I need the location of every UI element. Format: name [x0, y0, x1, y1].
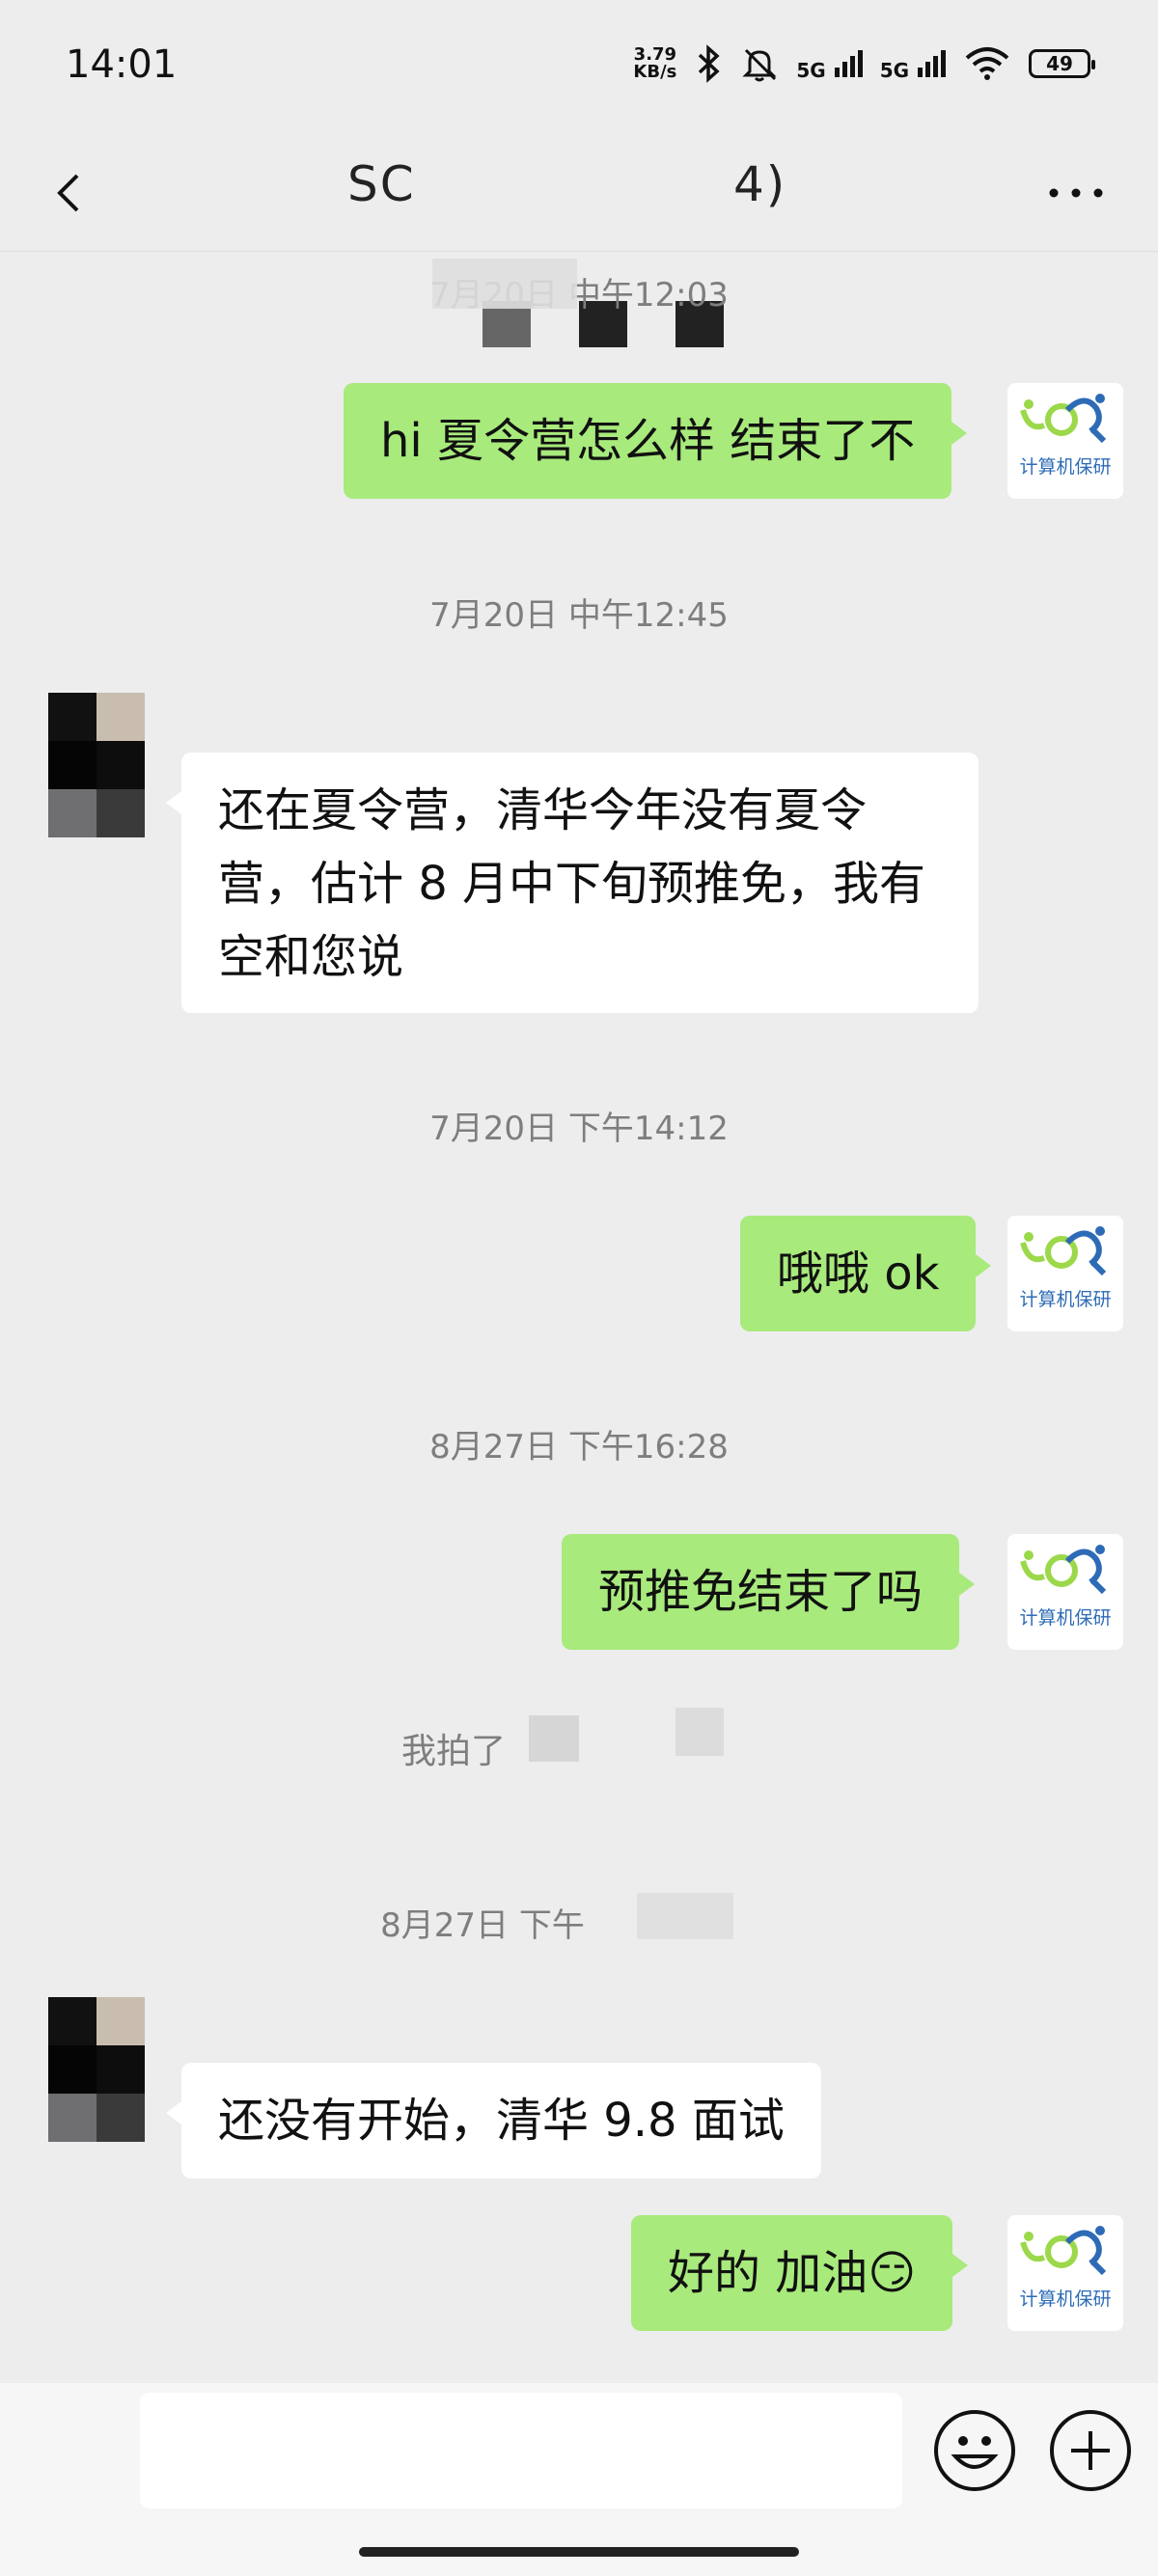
timestamp: 8月27日 下午16:28	[429, 1428, 729, 1466]
status-bar: 14:01 3.79 KB/s 5G 5G 49	[0, 0, 1158, 135]
network-speed-unit: KB/s	[633, 62, 677, 82]
timestamp: 7月20日 下午14:12	[429, 1110, 729, 1148]
timestamp: 8月27日 下午	[380, 1906, 585, 1945]
back-arrow-icon[interactable]	[44, 154, 102, 232]
signal-5g-1: 5G	[796, 46, 863, 82]
timestamp: 7月20日 中午12:45	[429, 596, 729, 635]
signal-label-1: 5G	[796, 58, 826, 82]
blur-patch	[676, 1708, 724, 1756]
mute-bell-icon	[742, 48, 777, 82]
plus-icon	[1071, 2431, 1110, 2470]
message-text: 好的 加油	[668, 2246, 868, 2300]
chat-title-suffix: 4)	[733, 156, 787, 212]
my-avatar[interactable]: 计算机保研	[1007, 383, 1123, 499]
signal-bars-icon	[918, 46, 946, 77]
message-bubble-received[interactable]: 还在夏令营，清华今年没有夏令 营，估计 8 月中下旬预推免，我有 空和您说	[166, 753, 979, 1013]
smiley-icon	[951, 2436, 999, 2469]
logo-label: 计算机保研	[1019, 456, 1112, 478]
signal-label-2: 5G	[879, 58, 910, 82]
message-bubble-sent[interactable]: 预推免结束了吗	[562, 1534, 976, 1650]
battery-level: 49	[1046, 52, 1073, 75]
blur-patch	[637, 1893, 733, 1939]
logo-icon	[1020, 1545, 1107, 1595]
contact-avatar[interactable]	[48, 1997, 145, 2142]
message-bubble-received[interactable]: 还没有开始，清华 9.8 面试	[166, 2063, 821, 2179]
plus-button[interactable]	[1050, 2410, 1131, 2491]
status-time: 14:01	[66, 42, 178, 87]
system-pat-message: 我拍了	[400, 1732, 506, 1771]
emoji-button[interactable]	[934, 2410, 1015, 2491]
home-indicator[interactable]	[359, 2547, 799, 2557]
chat-title: SC	[347, 156, 416, 212]
logo-label: 计算机保研	[1019, 1607, 1112, 1629]
logo-label: 计算机保研	[1019, 2288, 1112, 2310]
logo-label: 计算机保研	[1019, 1289, 1112, 1310]
logo-icon	[1020, 394, 1107, 444]
wifi-icon	[965, 47, 1009, 80]
message-bubble-sent[interactable]: hi 夏令营怎么样 结束了不	[344, 383, 968, 499]
message-input[interactable]	[140, 2393, 902, 2508]
my-avatar[interactable]: 计算机保研	[1007, 2215, 1123, 2331]
chat-title-prefix: SC	[347, 156, 416, 212]
bluetooth-icon	[699, 44, 720, 83]
my-avatar[interactable]: 计算机保研	[1007, 1534, 1123, 1650]
blur-patch	[529, 1715, 579, 1762]
chat-header: SC 4)	[0, 135, 1158, 347]
message-line: 还在夏令营，清华今年没有夏令	[218, 783, 868, 837]
message-bubble-sent[interactable]: 好的 加油😏	[631, 2215, 969, 2331]
signal-5g-2: 5G	[880, 46, 946, 82]
message-line: 空和您说	[218, 930, 404, 984]
status-icons: 3.79 KB/s 5G 5G 49	[633, 44, 1095, 83]
timestamp: 7月20日 中午12:03	[429, 276, 729, 315]
message-line: 营，估计 8 月中下旬预推免，我有	[218, 857, 926, 911]
logo-icon	[1020, 2226, 1107, 2276]
smirk-emoji: 😏	[868, 2246, 917, 2300]
blur-patch	[432, 259, 577, 309]
more-icon[interactable]	[1042, 174, 1110, 212]
logo-icon	[1020, 1226, 1107, 1276]
network-speed: 3.79 KB/s	[633, 46, 676, 81]
message-bubble-sent[interactable]: 哦哦 ok	[740, 1216, 992, 1331]
my-avatar[interactable]: 计算机保研	[1007, 1216, 1123, 1331]
contact-avatar[interactable]	[48, 693, 145, 837]
signal-bars-icon	[834, 46, 863, 77]
battery-indicator: 49	[1029, 49, 1095, 78]
